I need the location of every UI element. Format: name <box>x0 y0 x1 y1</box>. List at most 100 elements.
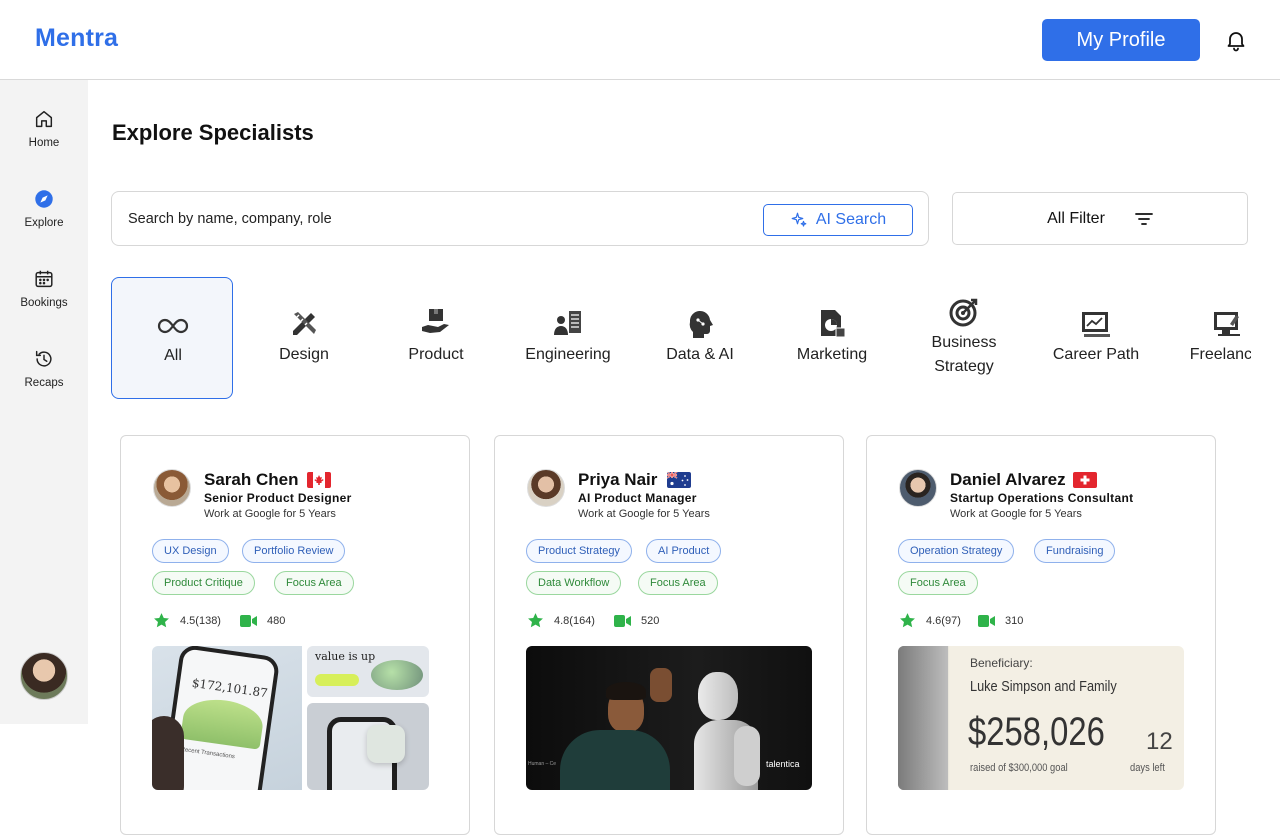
category-label: Design <box>279 346 329 363</box>
sidebar: Home Explore Bookings Recaps <box>0 80 88 724</box>
specialist-role: AI Product Manager <box>578 491 697 505</box>
category-business-strategy[interactable]: Business Strategy <box>903 277 1025 399</box>
sidebar-item-recaps[interactable]: Recaps <box>0 348 88 408</box>
video-icon <box>240 615 257 627</box>
skill-tag[interactable]: Focus Area <box>638 571 718 595</box>
sidebar-item-bookings[interactable]: Bookings <box>0 268 88 328</box>
category-career-path[interactable]: Career Path <box>1035 277 1157 399</box>
category-freelancer[interactable]: Freelancer <box>1167 277 1251 399</box>
user-avatar[interactable] <box>20 652 68 700</box>
infinity-icon <box>157 318 189 334</box>
portfolio-preview[interactable]: Beneficiary: Luke Simpson and Family $25… <box>898 646 1184 790</box>
search-input[interactable] <box>128 206 728 232</box>
switzerland-flag-icon <box>1073 472 1097 488</box>
category-marketing[interactable]: Marketing <box>771 277 893 399</box>
portfolio-preview[interactable]: Human – Ce talentica <box>526 646 812 790</box>
rating-text: 4.6(97) <box>926 615 961 627</box>
presentation-icon <box>1082 312 1110 337</box>
engineer-icon <box>554 311 581 335</box>
skill-tag[interactable]: Product Strategy <box>526 539 632 563</box>
specialist-name[interactable]: Sarah Chen <box>204 470 298 490</box>
ai-head-icon <box>689 310 713 338</box>
star-icon <box>900 613 915 628</box>
rating-text: 4.5(138) <box>180 615 221 627</box>
raised-amount: $258,026 <box>968 710 1105 754</box>
specialist-card[interactable]: Daniel Alvarez Startup Operations Consul… <box>866 435 1216 835</box>
video-icon <box>978 615 995 627</box>
category-label: Data & AI <box>666 346 734 363</box>
ai-search-button[interactable]: AI Search <box>763 204 913 236</box>
days-number: 12 <box>1146 728 1173 755</box>
skill-tag[interactable]: Focus Area <box>898 571 978 595</box>
skill-tag[interactable]: Focus Area <box>274 571 354 595</box>
beneficiary-label: Beneficiary: <box>970 656 1033 670</box>
person-hand <box>650 668 672 702</box>
skill-tag[interactable]: AI Product <box>646 539 722 563</box>
home-icon <box>35 110 53 128</box>
specialist-name[interactable]: Priya Nair <box>578 470 657 490</box>
australia-flag-icon <box>667 472 691 488</box>
session-count: 520 <box>641 615 660 627</box>
specialist-role: Senior Product Designer <box>204 491 352 505</box>
category-engineering[interactable]: Engineering <box>507 277 629 399</box>
preview-caption: Human – Ce <box>528 761 557 767</box>
robot-arm <box>734 726 760 786</box>
box-hand-icon <box>422 309 449 333</box>
preview-frame-edge <box>898 646 948 790</box>
page-title: Explore Specialists <box>112 120 314 145</box>
app-button <box>367 725 405 763</box>
pencil-ruler-icon <box>293 312 316 335</box>
specialist-work: Work at Google for 5 Years <box>578 508 710 520</box>
preview-value-panel: value is up <box>307 646 429 697</box>
specialist-role: Startup Operations Consultant <box>950 491 1134 505</box>
category-product[interactable]: Product <box>375 277 497 399</box>
specialist-avatar <box>527 469 565 507</box>
category-label: Marketing <box>796 346 868 363</box>
skill-tag[interactable]: Fundraising <box>1034 539 1116 563</box>
phone-list-title: Recent Transactions <box>180 746 236 761</box>
sidebar-item-home[interactable]: Home <box>0 108 88 168</box>
category-label: All <box>164 347 182 364</box>
skill-tag[interactable]: UX Design <box>152 539 229 563</box>
category-strip: All Design Product Engineering Data & AI… <box>111 277 1251 399</box>
category-label: Engineering <box>525 346 611 363</box>
bell-icon[interactable] <box>1224 28 1248 52</box>
beneficiary-name: Luke Simpson and Family <box>970 678 1117 695</box>
star-icon <box>154 613 169 628</box>
ai-search-label: AI Search <box>815 211 887 228</box>
sparkle-icon <box>791 212 807 227</box>
skill-tag[interactable]: Operation Strategy <box>898 539 1015 563</box>
portfolio-preview[interactable]: $172,101.87 Recent Transactions value is… <box>152 646 434 790</box>
app-logo[interactable]: Mentra <box>35 24 118 53</box>
sidebar-item-label: Home <box>28 137 60 149</box>
specialist-card[interactable]: Sarah Chen Senior Product Designer Work … <box>120 435 470 835</box>
category-all[interactable]: All <box>111 277 233 399</box>
canada-flag-icon <box>307 472 331 488</box>
specialist-work: Work at Google for 5 Years <box>950 508 1082 520</box>
robot-head <box>698 672 738 720</box>
category-data-ai[interactable]: Data & AI <box>639 277 761 399</box>
value-shape <box>371 660 423 690</box>
specialist-avatar <box>899 469 937 507</box>
specialist-name[interactable]: Daniel Alvarez <box>950 470 1066 490</box>
category-design[interactable]: Design <box>243 277 365 399</box>
my-profile-button[interactable]: My Profile <box>1042 19 1200 61</box>
compass-icon <box>35 190 53 208</box>
sidebar-item-explore[interactable]: Explore <box>0 188 88 248</box>
phone-chart <box>180 694 266 750</box>
all-filter-button[interactable]: All Filter <box>952 192 1248 245</box>
category-label: Career Path <box>1052 346 1140 363</box>
skill-tag[interactable]: Portfolio Review <box>242 539 346 563</box>
sidebar-item-label: Bookings <box>20 297 68 309</box>
filter-icon <box>1134 212 1153 225</box>
goal-text: raised of $300,000 goal <box>970 762 1068 774</box>
sidebar-item-label: Explore <box>24 217 64 229</box>
specialist-avatar <box>153 469 191 507</box>
specialist-work: Work at Google for 5 Years <box>204 508 336 520</box>
skill-tag[interactable]: Data Workflow <box>526 571 622 595</box>
category-label: Product <box>408 346 464 363</box>
specialist-card[interactable]: Priya Nair AI Product Manager Work at Go… <box>494 435 844 835</box>
all-filter-label: All Filter <box>1047 209 1105 227</box>
star-icon <box>528 613 543 628</box>
skill-tag[interactable]: Product Critique <box>152 571 255 595</box>
